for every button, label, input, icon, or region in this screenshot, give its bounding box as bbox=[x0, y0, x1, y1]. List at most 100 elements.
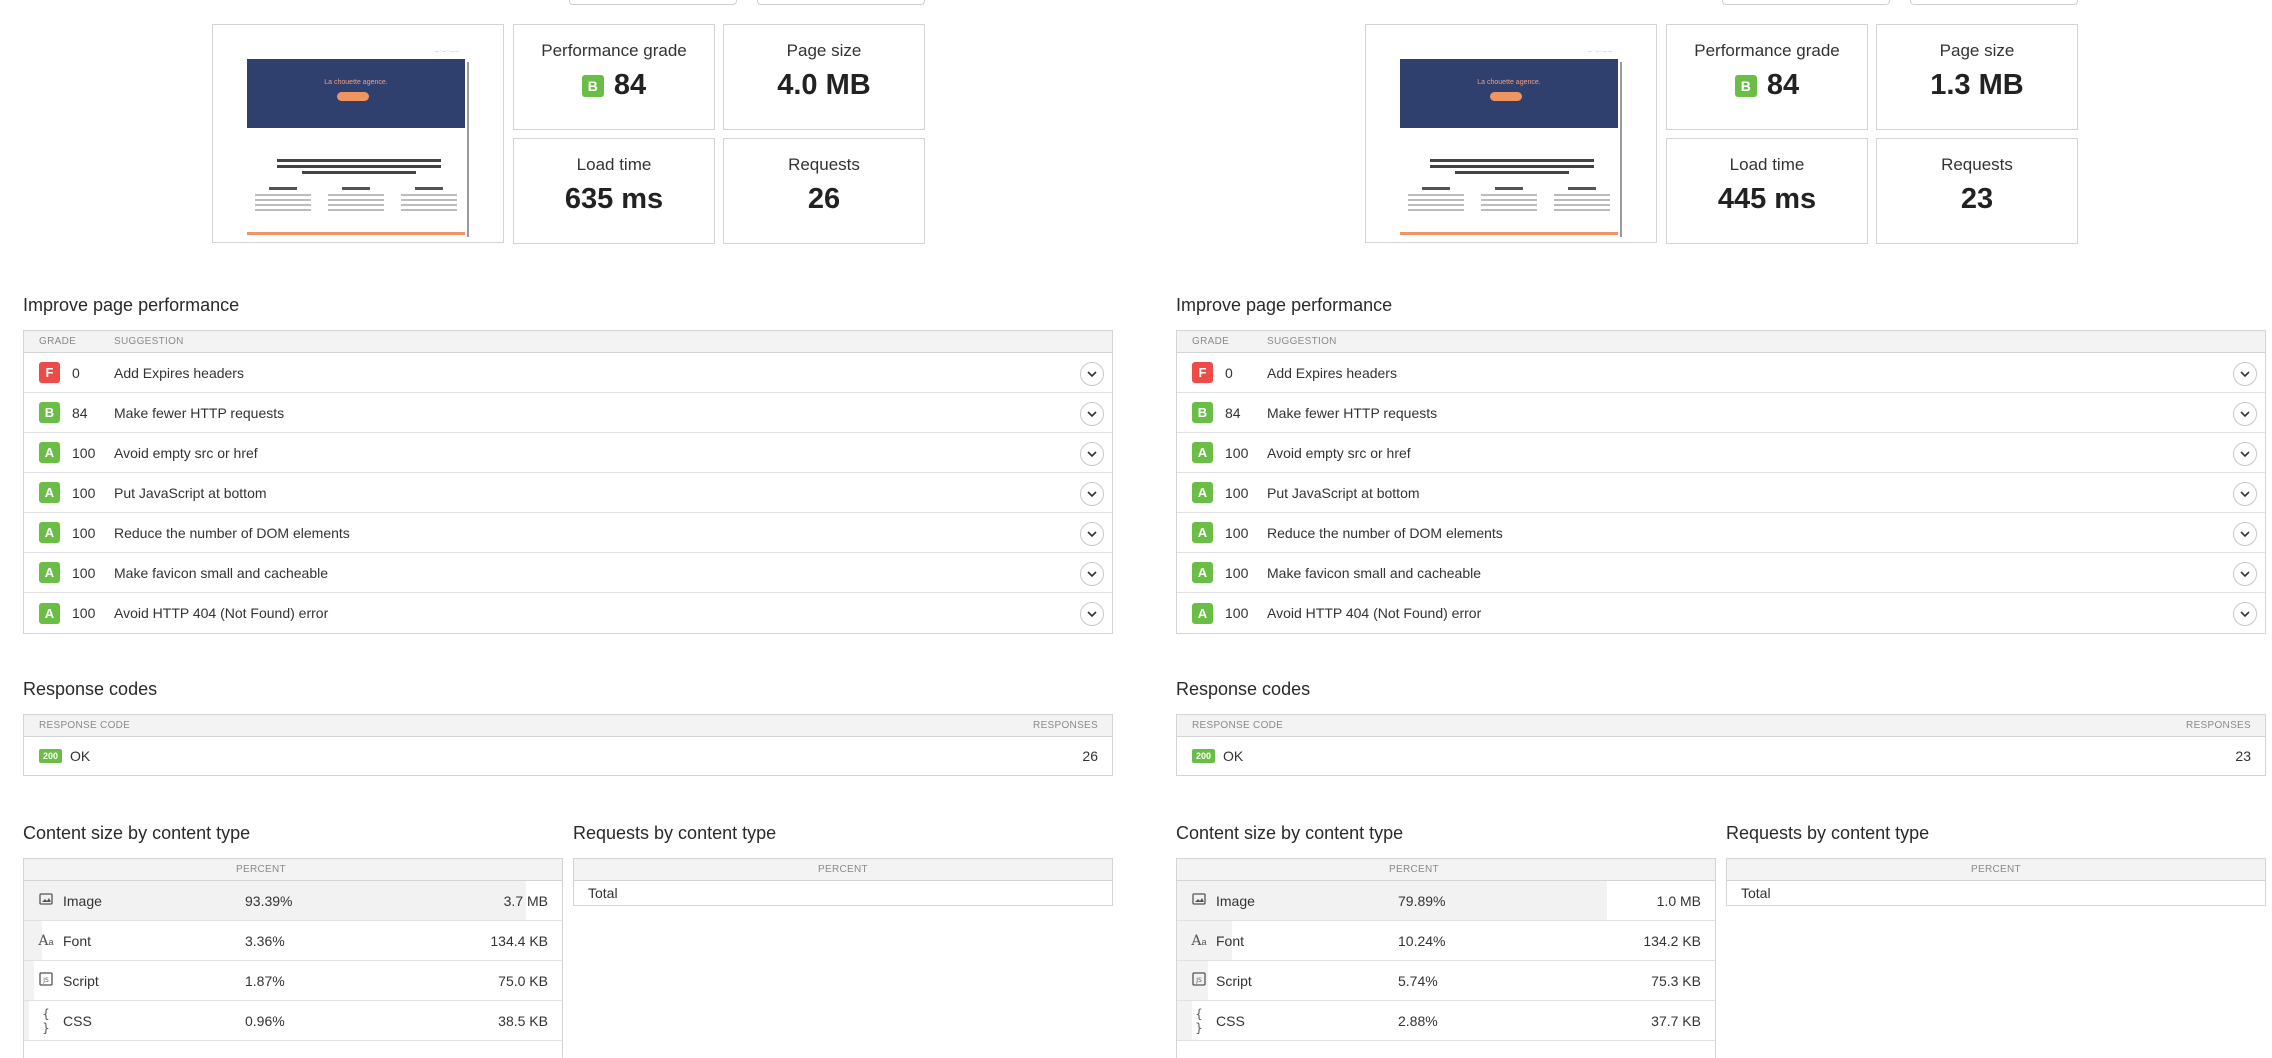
column-header-responses: Responses bbox=[1033, 720, 1098, 731]
screenshot-content: — · — · — — La chouette agence. bbox=[1400, 42, 1624, 237]
toolbar-button[interactable] bbox=[1722, 0, 1890, 5]
metric-value: 84 bbox=[1766, 69, 1800, 101]
chevron-down-icon[interactable] bbox=[1080, 482, 1104, 506]
suggestion-row[interactable]: A 100 Avoid HTTP 404 (Not Found) error bbox=[1177, 593, 2265, 633]
response-count: 23 bbox=[2235, 748, 2251, 764]
report-panel-right: — · — · — — La chouette agence. Performa… bbox=[1176, 0, 2266, 1058]
column-header-percent: Percent bbox=[1389, 864, 1439, 875]
requests-header: Percent bbox=[574, 859, 1112, 881]
font-icon: Aa bbox=[1191, 932, 1207, 949]
percent-fill-bar bbox=[24, 1001, 30, 1040]
screenshot-hero-button bbox=[337, 92, 369, 101]
content-size-header: Percent bbox=[24, 859, 562, 881]
grade-badge: A bbox=[1192, 442, 1213, 463]
screenshot-nav: — · — · — — bbox=[434, 48, 459, 53]
chevron-down-icon[interactable] bbox=[1080, 402, 1104, 426]
chevron-down-icon[interactable] bbox=[1080, 442, 1104, 466]
suggestion-text: Add Expires headers bbox=[1267, 364, 1397, 381]
image-icon bbox=[1190, 893, 1208, 908]
content-type-name: Script bbox=[63, 972, 99, 989]
suggestion-text: Put JavaScript at bottom bbox=[114, 484, 267, 501]
content-size-header: Percent bbox=[1177, 859, 1715, 881]
content-type-percent: 3.36% bbox=[245, 932, 285, 949]
grade-score: 100 bbox=[1225, 444, 1249, 461]
suggestion-row[interactable]: A 100 Reduce the number of DOM elements bbox=[24, 513, 1112, 553]
column-header-suggestion: Suggestion bbox=[114, 336, 184, 347]
column-header-suggestion: Suggestion bbox=[1267, 336, 1337, 347]
total-row: Total bbox=[588, 885, 618, 901]
chevron-down-icon[interactable] bbox=[1080, 362, 1104, 386]
response-codes-table: Response code Responses 200 OK 23 bbox=[1176, 714, 2266, 776]
requests-by-type-table: Percent Total bbox=[1726, 858, 2266, 906]
toolbar-button[interactable] bbox=[569, 0, 737, 5]
suggestion-text: Make fewer HTTP requests bbox=[114, 404, 285, 421]
status-label: OK bbox=[1223, 748, 1244, 764]
metric-label: Load time bbox=[576, 155, 652, 174]
load-time-card: Load time 445 ms bbox=[1666, 138, 1868, 244]
content-type-percent: 5.74% bbox=[1398, 972, 1438, 989]
grade-score: 100 bbox=[72, 605, 96, 621]
suggestion-row[interactable]: A 100 Avoid empty src or href bbox=[1177, 433, 2265, 473]
content-type-percent: 93.39% bbox=[245, 892, 293, 909]
chevron-down-icon[interactable] bbox=[2233, 402, 2257, 426]
content-type-name: CSS bbox=[1216, 1012, 1245, 1029]
chevron-down-icon[interactable] bbox=[2233, 362, 2257, 386]
screenshot-columns bbox=[255, 187, 457, 214]
toolbar-button[interactable] bbox=[1910, 0, 2078, 5]
chevron-down-icon[interactable] bbox=[1080, 562, 1104, 586]
suggestion-row[interactable]: A 100 Avoid HTTP 404 (Not Found) error bbox=[24, 593, 1112, 633]
content-type-percent: 2.88% bbox=[1398, 1012, 1438, 1029]
grade-badge: A bbox=[39, 602, 60, 624]
screenshot-hero-title: La chouette agence. bbox=[324, 79, 388, 86]
chevron-down-icon[interactable] bbox=[1080, 522, 1104, 546]
metric-label: Requests bbox=[788, 155, 860, 174]
grade-score: 100 bbox=[72, 524, 96, 541]
screenshot-intro bbox=[1430, 159, 1594, 177]
grade-score: 0 bbox=[1225, 364, 1233, 381]
content-type-size: 134.4 KB bbox=[490, 932, 548, 949]
content-size-table: Percent Image 79.89% 1.0 MB Aa Font 10.24% 134… bbox=[1176, 858, 1716, 1058]
content-type-size: 3.7 MB bbox=[503, 892, 548, 909]
suggestion-row[interactable]: A 100 Put JavaScript at bottom bbox=[1177, 473, 2265, 513]
suggestion-row[interactable]: A 100 Make favicon small and cacheable bbox=[24, 553, 1112, 593]
grade-badge: A bbox=[39, 442, 60, 463]
response-row: 200 OK 23 bbox=[1177, 737, 2265, 775]
requests-by-type-table: Percent Total bbox=[573, 858, 1113, 906]
chevron-down-icon[interactable] bbox=[2233, 562, 2257, 586]
content-type-row: Image 93.39% 3.7 MB bbox=[24, 881, 562, 921]
suggestion-row[interactable]: B 84 Make fewer HTTP requests bbox=[1177, 393, 2265, 433]
requests-by-type-title: Requests by content type bbox=[573, 823, 777, 843]
grade-badge: B bbox=[39, 402, 60, 423]
suggestion-row[interactable]: F 0 Add Expires headers bbox=[1177, 353, 2265, 393]
suggestion-row[interactable]: B 84 Make fewer HTTP requests bbox=[24, 393, 1112, 433]
content-size-table: Percent Image 93.39% 3.7 MB Aa Font 3.36% 134.… bbox=[23, 858, 563, 1058]
toolbar-button[interactable] bbox=[757, 0, 925, 5]
suggestion-row[interactable]: A 100 Reduce the number of DOM elements bbox=[1177, 513, 2265, 553]
grade-badge: F bbox=[1192, 362, 1213, 383]
chevron-down-icon[interactable] bbox=[1080, 602, 1104, 626]
chevron-down-icon[interactable] bbox=[2233, 482, 2257, 506]
chevron-down-icon[interactable] bbox=[2233, 602, 2257, 626]
metric-value: 26 bbox=[807, 183, 841, 215]
screenshot-intro bbox=[277, 159, 441, 177]
page-size-card: Page size 1.3 MB bbox=[1876, 24, 2078, 130]
suggestion-row[interactable]: F 0 Add Expires headers bbox=[24, 353, 1112, 393]
chevron-down-icon[interactable] bbox=[2233, 442, 2257, 466]
content-type-name: CSS bbox=[63, 1012, 92, 1029]
suggestion-text: Avoid HTTP 404 (Not Found) error bbox=[114, 605, 329, 621]
suggestion-row[interactable]: A 100 Put JavaScript at bottom bbox=[24, 473, 1112, 513]
response-codes-title: Response codes bbox=[1176, 679, 1311, 699]
content-type-row: { } CSS 2.88% 37.7 KB bbox=[1177, 1001, 1715, 1041]
requests-by-type-title: Requests by content type bbox=[1726, 823, 1930, 843]
screenshot-columns bbox=[1408, 187, 1610, 214]
screenshot-scrollbar bbox=[1620, 62, 1622, 237]
font-icon: Aa bbox=[38, 932, 54, 949]
script-icon: JS bbox=[1190, 972, 1208, 989]
status-code-badge: 200 bbox=[1192, 749, 1216, 763]
grade-score: 84 bbox=[72, 404, 88, 421]
chevron-down-icon[interactable] bbox=[2233, 522, 2257, 546]
suggestion-row[interactable]: A 100 Make favicon small and cacheable bbox=[1177, 553, 2265, 593]
metric-value: 635 ms bbox=[564, 183, 664, 215]
suggestion-row[interactable]: A 100 Avoid empty src or href bbox=[24, 433, 1112, 473]
svg-text:JS: JS bbox=[42, 977, 49, 984]
